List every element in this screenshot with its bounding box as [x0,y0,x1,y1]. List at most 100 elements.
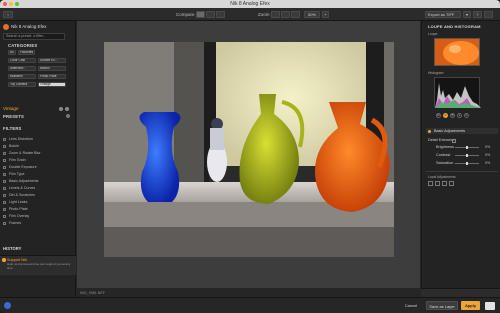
presets-header[interactable]: PRESETS [3,114,24,119]
image-canvas[interactable] [77,21,420,288]
filter-toggle-icon[interactable] [3,144,6,148]
heart-icon [2,258,6,262]
gradient-icon[interactable] [442,181,447,186]
category-alternative[interactable]: Alternativ... [8,66,36,71]
filter-toggle-icon[interactable] [3,221,6,225]
support-banner[interactable]: Support Nik Help us improve and we can s… [0,255,76,275]
filter-item[interactable]: Levels & Curves [3,185,71,191]
control-point-icon[interactable] [428,181,433,186]
single-view-button[interactable] [196,11,205,18]
filter-toggle-icon[interactable] [3,158,6,162]
export-format-select[interactable]: Export as TIFF [425,11,461,18]
filter-toggle-icon[interactable] [3,214,6,218]
saturation-value: 0% [485,161,491,165]
preview-image [104,42,394,257]
filter-item[interactable]: Dirt & Scratches [3,192,71,198]
eraser-icon[interactable] [449,181,454,186]
left-panel: Nik 8 Analog Efex Search a preset, a fil… [0,21,76,297]
filter-toggle-icon[interactable] [3,172,6,176]
basic-adjustments-header[interactable]: Basic Adjustments [426,128,498,134]
filter-toggle-icon[interactable] [3,151,6,155]
category-toy-camera[interactable]: Toy Camera [8,82,36,87]
detail-extractor-checkbox[interactable] [452,139,456,143]
channel-red-icon[interactable]: R [436,113,441,118]
search-input[interactable]: Search a preset, a filter... [3,33,65,40]
filter-label: Photo Plate [9,207,28,211]
loupe-image [435,39,479,65]
basic-adjustments-label: Basic Adjustments [434,129,466,133]
filter-toggle-icon[interactable] [3,165,6,169]
local-adjustments-label[interactable]: Local Adjustments [428,175,456,179]
filter-item[interactable]: Bokeh [3,143,71,149]
brightness-label: Brightness [436,145,454,149]
categories-header[interactable]: CATEGORIES [8,43,37,48]
category-multilens[interactable]: Multilens [8,74,36,79]
filter-item[interactable]: Photo Plate [3,206,71,212]
channel-clipping-icon[interactable]: C [464,113,469,118]
filter-item[interactable]: Zoom & Rotate Blur [3,150,71,156]
category-color-cast[interactable]: Color Cast [8,58,36,63]
filter-item[interactable]: Film Type [3,171,71,177]
loupe-histogram-header[interactable]: LOUPE AND HISTOGRAM [428,24,481,29]
category-vintage[interactable]: Vintage [38,82,66,87]
contrast-slider[interactable] [455,154,479,157]
filter-label: Double Exposure [9,165,37,169]
zoom-level-select[interactable]: 50% [304,11,320,18]
saturation-slider-handle[interactable] [466,162,468,165]
filter-item[interactable]: Basic Adjustments [3,178,71,184]
filter-toggle-icon[interactable] [3,186,6,190]
help-button[interactable]: ? [473,11,482,18]
actual-zoom-button[interactable] [291,11,300,18]
compare-label: Compare [176,12,195,17]
channel-blue-icon[interactable]: B [450,113,455,118]
filter-toggle-icon[interactable] [3,193,6,197]
support-text: Help us improve and we can support you a… [7,262,71,270]
filter-item[interactable]: Light Leaks [3,199,71,205]
export-dropdown-button[interactable]: ▾ [463,11,471,18]
category-double-exposure[interactable]: Double Ex... [38,58,66,63]
filters-header[interactable]: FILTERS [3,126,22,131]
save-as-layer-button[interactable]: Save as Layer [426,301,458,310]
histogram-label: Histogram [428,71,444,75]
filter-item[interactable]: Double Exposure [3,164,71,170]
filter-item[interactable]: Film Overlay [3,213,71,219]
account-icon[interactable] [4,302,11,309]
brush-icon[interactable] [435,181,440,186]
split-view-button[interactable] [206,11,215,18]
contrast-slider-handle[interactable] [466,154,468,157]
filter-label: Basic Adjustments [9,179,39,183]
filter-label: Zoom & Rotate Blur [9,151,41,155]
resize-handle-icon[interactable] [485,302,495,310]
back-button[interactable]: ‹ [3,11,13,18]
channel-green-icon[interactable]: G [443,113,448,118]
category-photo-plate[interactable]: Photo Plate [38,74,66,79]
cancel-button[interactable]: Cancel [400,301,422,310]
filter-toggle-icon[interactable] [3,137,6,141]
section-toggle-icon[interactable] [428,129,431,133]
active-category-title: Vintage [3,106,19,111]
filter-toggle-icon[interactable] [3,200,6,204]
info-icon[interactable] [59,107,63,111]
category-tab-all[interactable]: All [8,50,16,55]
side-by-side-button[interactable] [216,11,225,18]
fill-zoom-button[interactable] [281,11,290,18]
brightness-slider[interactable] [455,146,479,149]
filter-toggle-icon[interactable] [3,179,6,183]
brightness-slider-handle[interactable] [466,146,468,149]
add-preset-icon[interactable] [65,107,69,111]
fit-zoom-button[interactable] [271,11,280,18]
panels-toggle-button[interactable] [484,11,493,18]
category-motion[interactable]: Motion [38,66,66,71]
filter-item[interactable]: Lens Distortion [3,136,71,142]
detail-extractor-label: Detail Extractor [428,138,454,142]
history-header[interactable]: HISTORY [3,246,21,251]
apply-button[interactable]: Apply [461,301,480,310]
category-tab-favorites[interactable]: Favorites [18,50,35,55]
presets-menu-icon[interactable] [66,114,70,118]
saturation-slider[interactable] [455,162,479,165]
filter-item[interactable]: Frames [3,220,71,226]
zoom-in-button[interactable]: + [322,11,329,18]
filter-toggle-icon[interactable] [3,207,6,211]
filter-item[interactable]: Film Grain [3,157,71,163]
channel-luminance-icon[interactable]: L [457,113,462,118]
